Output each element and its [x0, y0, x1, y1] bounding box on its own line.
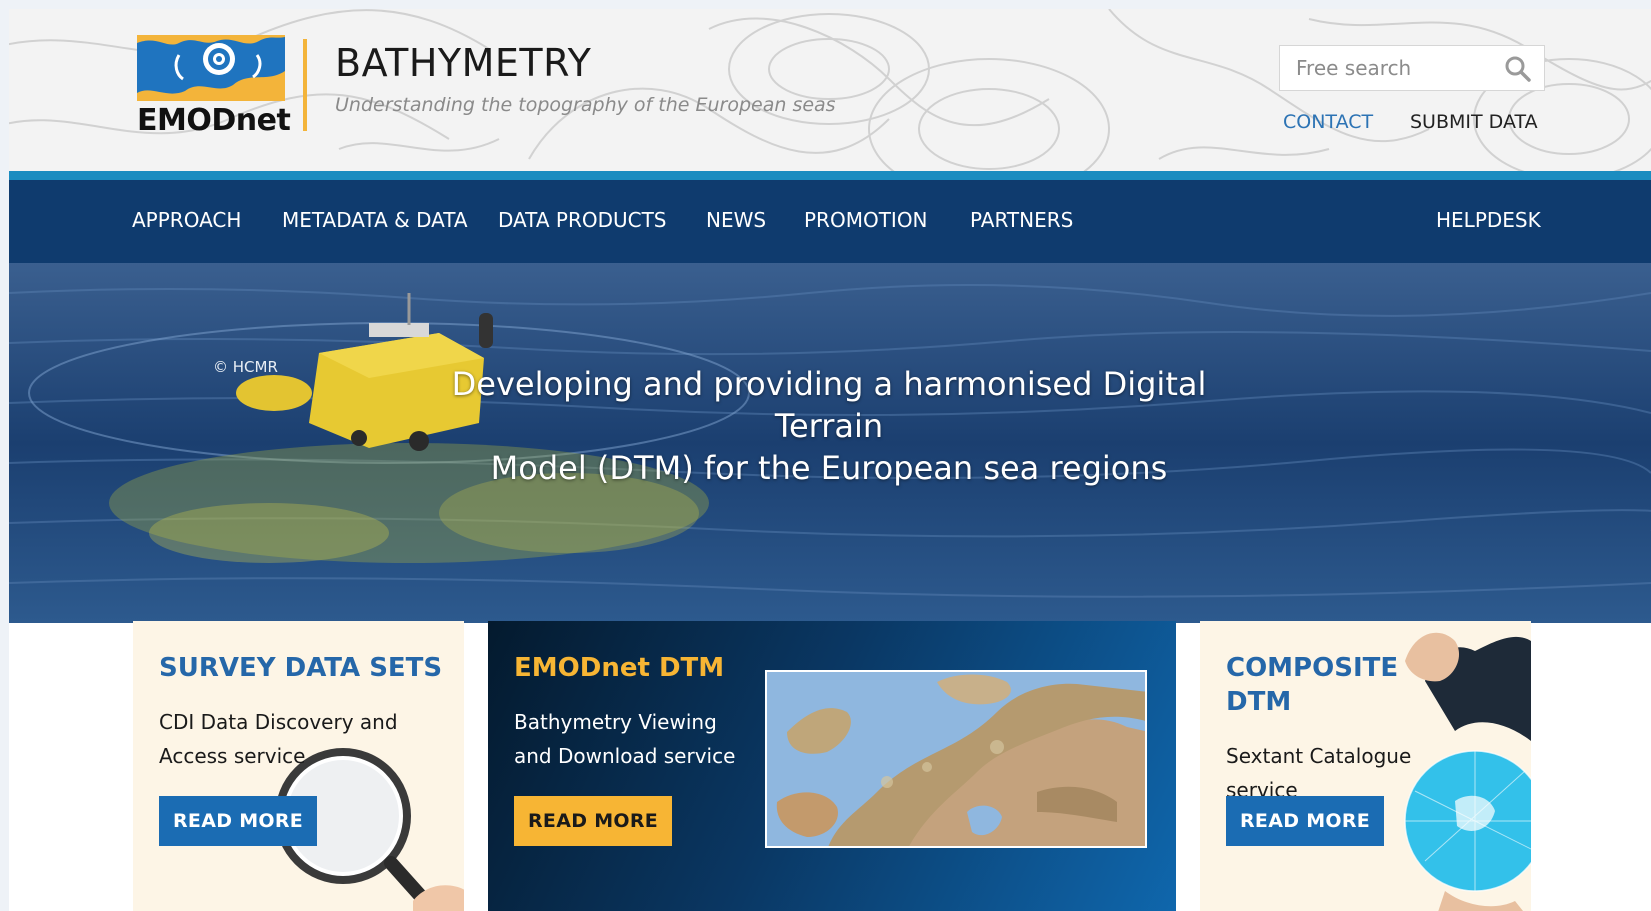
read-more-button[interactable]: READ MORE — [159, 796, 318, 846]
europe-map-graphic — [767, 672, 1145, 846]
nav-item-partners[interactable]: PARTNERS — [970, 208, 1073, 232]
card-composite-dtm: COMPOSITE DTM Sextant Catalogue service … — [1200, 621, 1531, 911]
site-title[interactable]: BATHYMETRY — [335, 41, 591, 85]
card-survey-data-sets: SURVEY DATA SETS CDI Data Discovery and … — [133, 621, 464, 911]
card-title: COMPOSITE DTM — [1226, 651, 1398, 719]
submit-data-link[interactable]: SUBMIT DATA — [1410, 111, 1538, 133]
nav-item-helpdesk[interactable]: HELPDESK — [1436, 208, 1541, 232]
brand-divider — [303, 39, 307, 131]
read-more-button[interactable]: READ MORE — [514, 796, 673, 846]
photo-credit: © HCMR — [213, 358, 278, 376]
card-emodnet-dtm: EMODnet DTM Bathymetry Viewing and Downl… — [488, 621, 1176, 911]
nav-item-promotion[interactable]: PROMOTION — [804, 208, 928, 232]
read-more-button[interactable]: READ MORE — [1226, 796, 1385, 846]
hero-banner: © HCMR Developing and providing a harmon… — [9, 263, 1651, 623]
card-title-line-1: COMPOSITE — [1226, 653, 1399, 683]
hero-headline-line-2: Model (DTM) for the European sea regions — [490, 449, 1168, 487]
search-input[interactable] — [1280, 46, 1490, 90]
hero-headline-line-1: Developing and providing a harmonised Di… — [451, 365, 1207, 445]
card-title-line-2: DTM — [1226, 687, 1292, 717]
nav-item-approach[interactable]: APPROACH — [132, 208, 241, 232]
page: EMODnet BATHYMETRY Understanding the top… — [9, 9, 1651, 911]
hero-headline: Developing and providing a harmonised Di… — [401, 363, 1257, 489]
header-accent-bar — [9, 171, 1651, 180]
search-icon[interactable] — [1504, 55, 1532, 83]
card-title: SURVEY DATA SETS — [159, 653, 443, 683]
nav-item-news[interactable]: NEWS — [706, 208, 766, 232]
site-header: EMODnet BATHYMETRY Understanding the top… — [9, 9, 1651, 171]
logo-wordmark: EMODnet — [137, 103, 291, 138]
main-nav: APPROACH METADATA & DATA DATA PRODUCTS N… — [9, 180, 1651, 263]
card-title: EMODnet DTM — [514, 653, 725, 683]
search-box — [1279, 45, 1545, 91]
nav-item-data-products[interactable]: DATA PRODUCTS — [498, 208, 667, 232]
site-subtitle: Understanding the topography of the Euro… — [335, 94, 836, 116]
nav-item-metadata-data[interactable]: METADATA & DATA — [282, 208, 468, 232]
card-description: Bathymetry Viewing and Download service — [514, 710, 736, 768]
europe-map-image[interactable] — [765, 670, 1147, 848]
card-description: CDI Data Discovery and Access service — [159, 710, 398, 768]
contact-link[interactable]: CONTACT — [1283, 111, 1373, 133]
